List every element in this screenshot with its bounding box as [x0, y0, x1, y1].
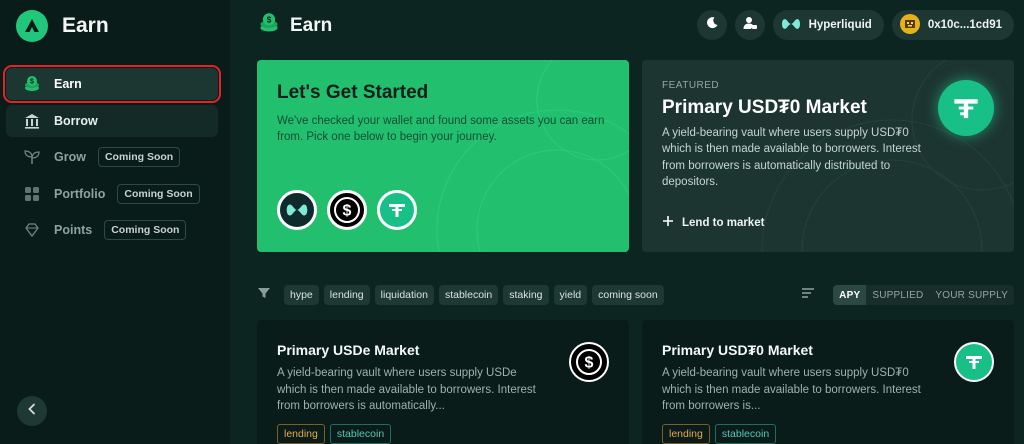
- usde-coin-icon[interactable]: $: [327, 190, 367, 230]
- filter-tag-coming-soon[interactable]: coming soon: [592, 285, 664, 305]
- plus-icon: [662, 215, 674, 230]
- usdt0-coin-icon[interactable]: [377, 190, 417, 230]
- lend-to-market-link[interactable]: Lend to market: [662, 215, 764, 230]
- market-title: Primary USD₮0 Market: [662, 342, 813, 358]
- coins-icon: $: [22, 74, 42, 94]
- market-tags: lending stablecoin: [662, 424, 777, 444]
- sidebar-item-label: Points: [54, 223, 93, 237]
- sort-bar: APY SUPPLIED YOUR SUPPLY: [801, 285, 1014, 305]
- hype-coin-icon[interactable]: [277, 190, 317, 230]
- page-title: Earn: [290, 14, 333, 36]
- svg-text:$: $: [30, 79, 34, 86]
- hyperliquid-logo-icon: [781, 17, 801, 34]
- featured-text: A yield-bearing vault where users supply…: [662, 127, 921, 188]
- market-tags: lending stablecoin: [277, 424, 392, 444]
- sidebar-item-portfolio[interactable]: Portfolio Coming Soon: [6, 178, 218, 210]
- filter-bar: hype lending liquidation stablecoin stak…: [257, 285, 664, 305]
- featured-card[interactable]: FEATURED Primary USD₮0 Market A yield-be…: [642, 60, 1014, 252]
- sort-segmented-control: APY SUPPLIED YOUR SUPPLY: [833, 285, 1014, 305]
- brand[interactable]: Earn: [16, 10, 109, 42]
- sidebar-item-label: Grow: [54, 150, 86, 164]
- market-tag-lending[interactable]: lending: [277, 424, 325, 444]
- coming-soon-badge: Coming Soon: [117, 183, 200, 204]
- usdt0-coin-icon: [954, 342, 994, 382]
- network-name: Hyperliquid: [808, 19, 872, 31]
- sort-icon[interactable]: [801, 286, 815, 304]
- header-actions: Hyperliquid 0x10c...1cd91: [696, 10, 1014, 40]
- profile-button[interactable]: [734, 10, 765, 40]
- sort-apy-button[interactable]: APY: [833, 285, 867, 305]
- filter-tag-liquidation[interactable]: liquidation: [374, 285, 434, 305]
- usdt0-coin-icon: [938, 80, 994, 136]
- lend-to-market-label: Lend to market: [682, 216, 765, 229]
- filter-tag-hype[interactable]: hype: [284, 285, 319, 305]
- wallet-avatar-icon: [899, 13, 920, 37]
- filter-tag-stablecoin[interactable]: stablecoin: [438, 285, 499, 305]
- svg-text:$: $: [585, 355, 594, 372]
- sidebar-item-points[interactable]: Points Coming Soon: [6, 214, 218, 246]
- sidebar-item-label: Borrow: [54, 113, 98, 128]
- brand-logo-icon: [16, 10, 48, 42]
- get-started-card: Let's Get Started We've checked your wal…: [257, 60, 629, 252]
- coins-icon: $: [258, 12, 280, 39]
- market-description: A yield-bearing vault where users supply…: [662, 367, 921, 412]
- sort-supplied-button[interactable]: SUPPLIED: [866, 285, 929, 305]
- sprout-icon: [22, 147, 42, 167]
- sidebar-item-label: Portfolio: [54, 186, 106, 201]
- grid-icon: [22, 184, 42, 204]
- get-started-text: We've checked your wallet and found some…: [277, 115, 605, 143]
- asset-coins: $: [277, 190, 417, 230]
- market-tag-lending[interactable]: lending: [662, 424, 710, 444]
- get-started-title: Let's Get Started: [277, 82, 429, 103]
- sidebar-item-label: Earn: [54, 77, 82, 91]
- page-header: $ Earn: [258, 12, 332, 39]
- coming-soon-badge: Coming Soon: [104, 220, 187, 240]
- filter-tag-yield[interactable]: yield: [553, 285, 588, 305]
- svg-text:$: $: [267, 15, 272, 25]
- user-icon: [742, 15, 758, 36]
- filter-tag-staking[interactable]: staking: [503, 285, 549, 305]
- wallet-button[interactable]: 0x10c...1cd91: [891, 10, 1014, 40]
- market-title: Primary USDe Market: [277, 342, 420, 358]
- theme-toggle-button[interactable]: [696, 10, 727, 40]
- svg-text:$: $: [343, 203, 352, 220]
- market-tag-stablecoin[interactable]: stablecoin: [714, 424, 777, 444]
- market-card-usde[interactable]: Primary USDe Market A yield-bearing vaul…: [257, 320, 629, 444]
- sidebar: Earn $ Earn Borrow Grow Coming Soon Port…: [0, 0, 230, 444]
- network-selector[interactable]: Hyperliquid: [772, 10, 884, 40]
- bank-icon: [22, 111, 42, 131]
- collapse-sidebar-button[interactable]: [17, 396, 47, 426]
- sidebar-item-grow[interactable]: Grow Coming Soon: [6, 141, 218, 173]
- moon-icon: [705, 16, 719, 35]
- sidebar-item-borrow[interactable]: Borrow: [6, 104, 218, 137]
- filter-icon[interactable]: [257, 286, 271, 305]
- chevron-left-icon: [26, 402, 38, 420]
- brand-title: Earn: [62, 14, 109, 37]
- usde-coin-icon: $: [569, 342, 609, 382]
- market-description: A yield-bearing vault where users supply…: [277, 367, 536, 412]
- wallet-address: 0x10c...1cd91: [927, 19, 1002, 31]
- sidebar-nav: $ Earn Borrow Grow Coming Soon Portfolio…: [3, 65, 221, 251]
- market-card-usdt0[interactable]: Primary USD₮0 Market A yield-bearing vau…: [642, 320, 1014, 444]
- coming-soon-badge: Coming Soon: [97, 147, 181, 167]
- sidebar-item-earn[interactable]: $ Earn: [3, 65, 221, 103]
- sort-your-supply-button[interactable]: YOUR SUPPLY: [929, 285, 1014, 305]
- filter-tag-lending[interactable]: lending: [323, 285, 370, 305]
- diamond-icon: [22, 220, 42, 240]
- market-tag-stablecoin[interactable]: stablecoin: [329, 424, 392, 444]
